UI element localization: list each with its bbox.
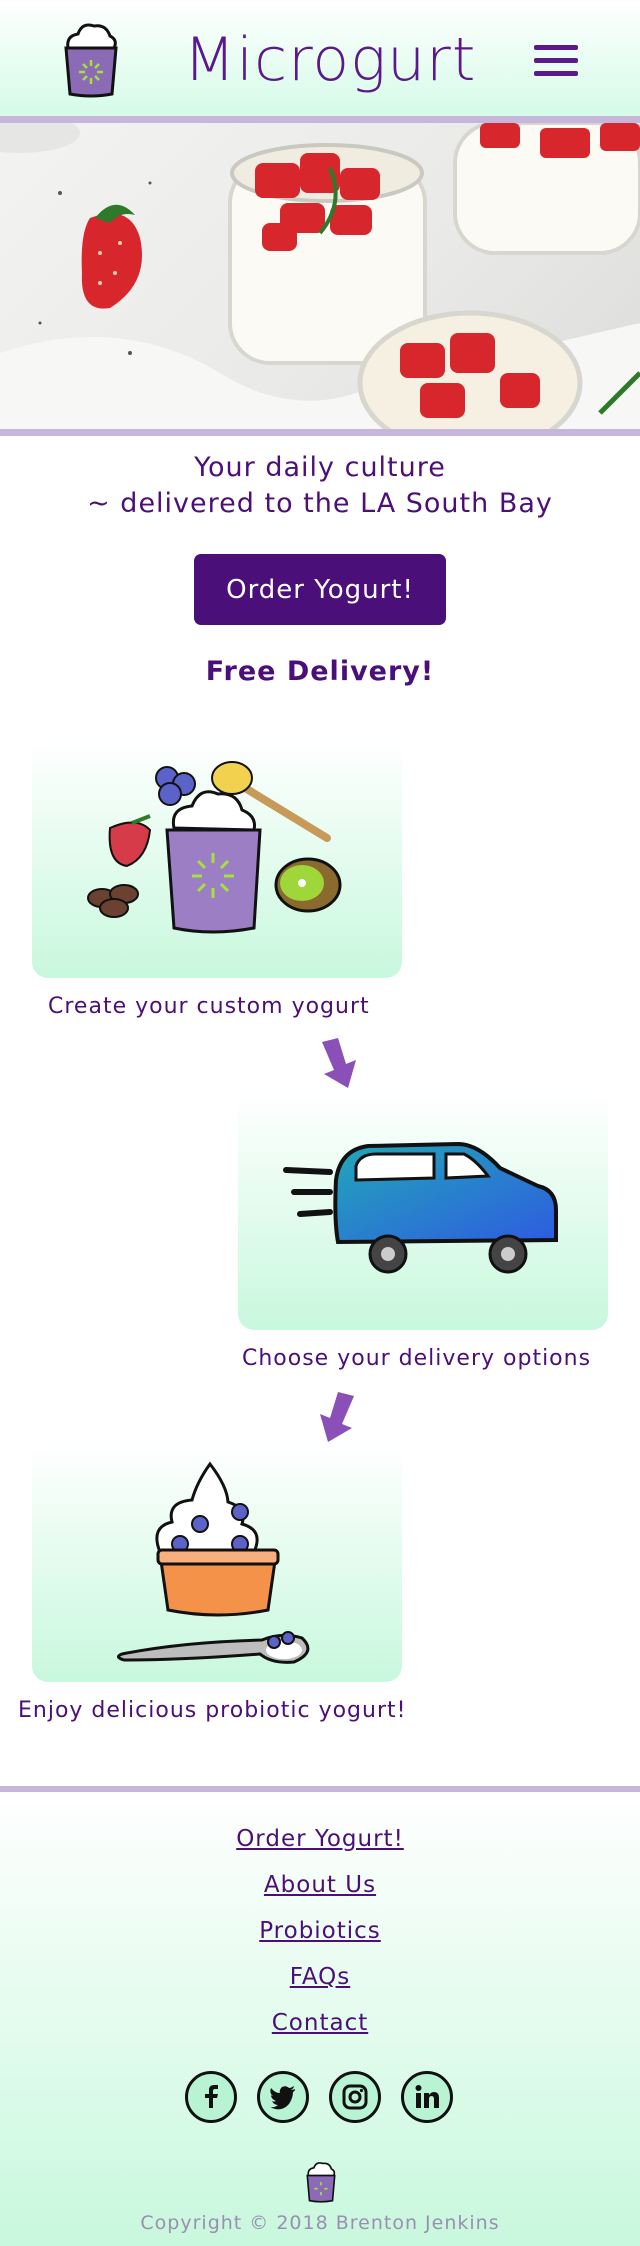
delivery-car-illustration	[283, 1141, 558, 1274]
instagram-icon[interactable]	[329, 2071, 381, 2123]
step-1-label: Create your custom yogurt	[48, 994, 370, 1019]
free-delivery-text: Free Delivery!	[205, 656, 435, 687]
step-3-label: Enjoy delicious probiotic yogurt!	[18, 1698, 407, 1723]
twitter-icon[interactable]	[257, 2071, 309, 2123]
footer-link-probiotics[interactable]: Probiotics	[0, 1918, 640, 1944]
delivery-card	[238, 1090, 608, 1330]
copyright-text: Copyright © 2018 Brenton Jenkins	[140, 2212, 500, 2234]
order-yogurt-button[interactable]: Order Yogurt!	[194, 554, 446, 625]
site-header: Microgurt	[0, 0, 640, 116]
arrow-down-icon	[322, 1038, 356, 1088]
tagline-line2: ~ delivered to the LA South Bay	[87, 488, 553, 519]
frozen-yogurt-illustration	[117, 1461, 310, 1664]
tagline-line1: Your daily culture	[194, 452, 446, 483]
tagline: Your daily culture ~ delivered to the LA…	[0, 450, 640, 522]
footer-logo-icon	[304, 2158, 338, 2204]
arrow-down-icon	[320, 1392, 354, 1442]
hero-divider	[0, 429, 640, 436]
hamburger-icon[interactable]	[534, 45, 578, 79]
step-2-label: Choose your delivery options	[242, 1346, 592, 1371]
custom-yogurt-card	[32, 738, 402, 978]
footer-link-contact[interactable]: Contact	[0, 2010, 640, 2036]
footer-link-faqs[interactable]: FAQs	[0, 1964, 640, 1990]
header-divider	[0, 116, 640, 123]
brand-name[interactable]: Microgurt	[165, 22, 495, 98]
footer-link-about[interactable]: About Us	[0, 1872, 640, 1898]
facebook-icon[interactable]	[185, 2071, 237, 2123]
hero-image	[0, 123, 640, 429]
enjoy-yogurt-card	[32, 1442, 402, 1682]
linkedin-icon[interactable]	[401, 2071, 453, 2123]
footer-link-order[interactable]: Order Yogurt!	[0, 1826, 640, 1852]
custom-yogurt-illustration	[87, 761, 342, 934]
yogurt-logo-icon[interactable]	[60, 18, 122, 98]
